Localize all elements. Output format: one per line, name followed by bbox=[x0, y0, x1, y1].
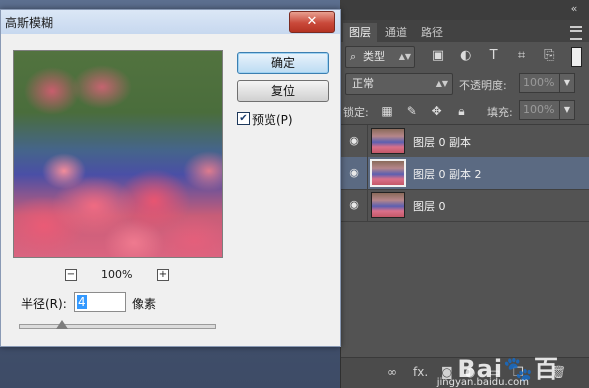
filter-kind-label: 类型 bbox=[363, 50, 385, 63]
lock-icons: ▦ ✎ ✥ 🔒︎ bbox=[379, 103, 474, 119]
adjustment-filter-icon[interactable]: ◐ bbox=[457, 47, 475, 65]
lock-all-icon[interactable]: 🔒︎ bbox=[453, 103, 469, 119]
divider bbox=[367, 125, 368, 157]
layer-row-selected[interactable]: ◉ 图层 0 副本 2 bbox=[341, 157, 589, 190]
filter-icons: ▣ ◐ T ⌗ ⎘ bbox=[429, 47, 564, 67]
gaussian-blur-dialog: 高斯模糊 ✕ − 100% + 确定 复位 ✔ 预览(P) 半径(R): 4 像… bbox=[0, 9, 341, 347]
layer-thumbnail bbox=[371, 192, 405, 218]
divider bbox=[367, 189, 368, 221]
close-button[interactable]: ✕ bbox=[289, 11, 335, 33]
layer-name: 图层 0 副本 2 bbox=[413, 168, 482, 181]
shape-filter-icon[interactable]: ⌗ bbox=[512, 47, 530, 65]
layer-list: ◉ 图层 0 副本 ◉ 图层 0 副本 2 ◉ 图层 0 bbox=[341, 124, 589, 349]
preview-checkbox[interactable]: ✔ bbox=[237, 112, 250, 125]
reset-button[interactable]: 复位 bbox=[237, 80, 329, 102]
dialog-titlebar[interactable]: 高斯模糊 ✕ bbox=[1, 10, 340, 34]
lock-brush-icon[interactable]: ✎ bbox=[404, 103, 420, 119]
opacity-label: 不透明度: bbox=[459, 79, 507, 92]
opacity-dropdown-icon[interactable]: ▼ bbox=[559, 73, 575, 93]
fill-dropdown-icon[interactable]: ▼ bbox=[559, 100, 575, 120]
layer-thumbnail bbox=[371, 128, 405, 154]
divider bbox=[367, 157, 368, 189]
smart-object-filter-icon[interactable]: ⎘ bbox=[540, 47, 558, 65]
zoom-value: 100% bbox=[101, 268, 133, 281]
lock-move-icon[interactable]: ✥ bbox=[429, 103, 445, 119]
blend-mode-value: 正常 bbox=[352, 77, 374, 90]
blend-mode-select[interactable]: 正常 ▲▼ bbox=[345, 73, 453, 95]
collapse-icon[interactable]: « bbox=[567, 2, 581, 16]
dialog-title: 高斯模糊 bbox=[5, 16, 54, 30]
link-layers-icon[interactable]: ∞ bbox=[387, 365, 397, 379]
panel-menu-icon[interactable] bbox=[570, 26, 582, 40]
layer-thumbnail bbox=[370, 159, 406, 187]
fill-label: 填充: bbox=[487, 106, 513, 119]
lock-transparency-icon[interactable]: ▦ bbox=[379, 103, 395, 119]
radius-slider-track[interactable] bbox=[19, 324, 216, 329]
image-filter-icon[interactable]: ▣ bbox=[429, 47, 447, 65]
ok-button[interactable]: 确定 bbox=[237, 52, 329, 74]
layer-name: 图层 0 bbox=[413, 200, 446, 213]
fill-input[interactable]: 100% bbox=[519, 100, 560, 120]
opacity-input[interactable]: 100% bbox=[519, 73, 560, 93]
preview-image[interactable] bbox=[13, 50, 223, 258]
filter-row: ⌕ 类型 ▲▼ ▣ ◐ T ⌗ ⎘ bbox=[341, 44, 589, 70]
radius-value: 4 bbox=[77, 295, 87, 309]
radius-slider-thumb[interactable] bbox=[56, 320, 68, 329]
blend-row: 正常 ▲▼ 不透明度: 100% ▼ bbox=[341, 71, 589, 97]
filter-toggle-switch[interactable] bbox=[571, 47, 582, 67]
lock-label: 锁定: bbox=[343, 106, 369, 119]
filter-kind-select[interactable]: ⌕ 类型 ▲▼ bbox=[345, 46, 415, 68]
panel-dock-bar: « bbox=[340, 0, 589, 21]
tab-channels[interactable]: 通道 bbox=[379, 23, 413, 42]
watermark-url: jingyan.baidu.com bbox=[436, 377, 529, 388]
eye-icon[interactable]: ◉ bbox=[347, 198, 361, 212]
zoom-controls: − 100% + bbox=[59, 268, 179, 284]
eye-icon[interactable]: ◉ bbox=[347, 134, 361, 148]
lock-row: 锁定: ▦ ✎ ✥ 🔒︎ 填充: 100% ▼ bbox=[341, 98, 589, 124]
updown-arrows-icon: ▲▼ bbox=[398, 52, 411, 61]
radius-input[interactable]: 4 bbox=[74, 292, 126, 312]
layer-name: 图层 0 副本 bbox=[413, 136, 471, 149]
tab-paths[interactable]: 路径 bbox=[415, 23, 449, 42]
radius-label: 半径(R): bbox=[21, 297, 67, 311]
zoom-out-button[interactable]: − bbox=[65, 269, 77, 281]
eye-icon[interactable]: ◉ bbox=[347, 166, 361, 180]
panel-tabs: 图层 通道 路径 bbox=[341, 20, 589, 42]
tab-layers[interactable]: 图层 bbox=[343, 23, 377, 42]
search-icon: ⌕ bbox=[350, 50, 357, 63]
layer-row[interactable]: ◉ 图层 0 bbox=[341, 189, 589, 222]
layer-row[interactable]: ◉ 图层 0 副本 bbox=[341, 125, 589, 158]
type-filter-icon[interactable]: T bbox=[485, 47, 503, 65]
radius-unit: 像素 bbox=[132, 297, 157, 311]
layers-panel: 图层 通道 路径 ⌕ 类型 ▲▼ ▣ ◐ T ⌗ ⎘ 正常 ▲▼ 不透明度: 1… bbox=[340, 20, 589, 388]
fx-icon[interactable]: fx. bbox=[413, 365, 428, 379]
zoom-in-button[interactable]: + bbox=[157, 269, 169, 281]
updown-arrows-icon: ▲▼ bbox=[435, 79, 448, 88]
preview-label[interactable]: 预览(P) bbox=[252, 111, 293, 128]
